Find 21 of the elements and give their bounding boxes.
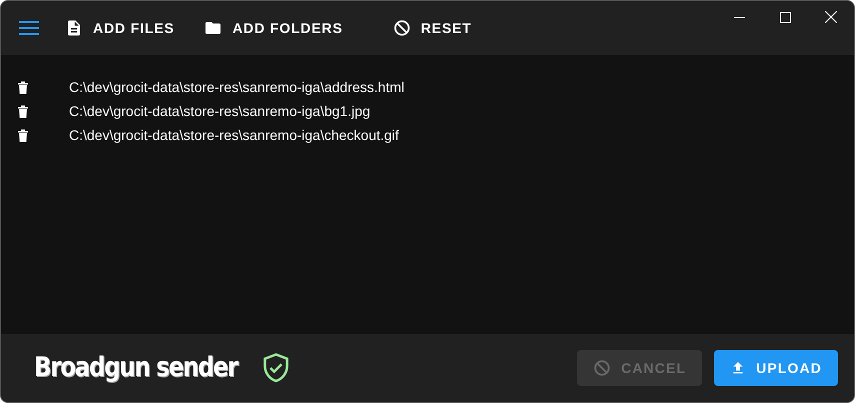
file-path: C:\dev\grocit-data\store-res\sanremo-iga\checkout.gif [69,126,399,145]
delete-button[interactable] [17,80,29,94]
file-path: C:\dev\grocit-data\store-res\sanremo-iga\bg1.jpg [69,102,370,121]
menu-icon [19,20,39,36]
add-files-button[interactable]: ADD FILES [65,18,174,38]
menu-button[interactable] [19,20,39,36]
reset-button[interactable]: RESET [392,18,472,38]
trash-icon [17,104,29,118]
trash-icon [17,128,29,142]
maximize-icon [780,12,790,22]
app-title: Broadgun sender [34,350,238,385]
add-folders-button[interactable]: ADD FOLDERS [204,18,343,38]
block-icon [392,19,411,37]
folder-icon [204,19,222,37]
file-path: C:\dev\grocit-data\store-res\sanremo-iga\address.html [69,78,404,97]
delete-button[interactable] [17,104,29,118]
block-icon [593,359,612,377]
close-icon [825,11,837,23]
trash-icon [17,80,29,94]
document-icon [65,19,83,37]
delete-button[interactable] [17,128,29,142]
